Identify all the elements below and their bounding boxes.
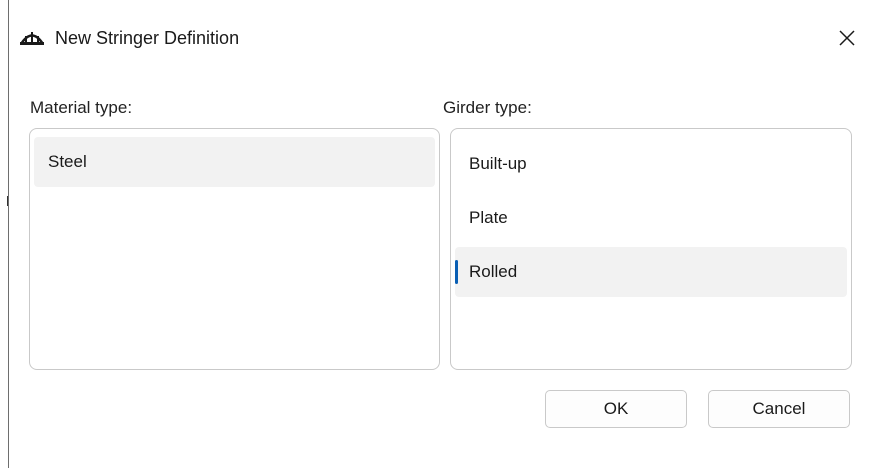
- list-item-steel[interactable]: Steel: [34, 137, 435, 187]
- dialog-title: New Stringer Definition: [55, 28, 240, 48]
- list-item-label: Steel: [48, 152, 87, 171]
- material-type-label: Material type:: [30, 98, 133, 117]
- close-icon: [839, 30, 855, 46]
- list-item-plate[interactable]: Plate: [455, 193, 847, 243]
- new-stringer-definition-dialog: New Stringer Definition Material type: S…: [8, 0, 869, 468]
- cancel-button[interactable]: Cancel: [708, 390, 850, 428]
- list-item-label: Plate: [469, 208, 508, 227]
- bridge-app-icon: [19, 27, 45, 49]
- list-item-label: Rolled: [469, 262, 518, 281]
- title-bar: New Stringer Definition: [9, 0, 869, 76]
- selection-indicator: [455, 260, 458, 284]
- list-item-label: Built-up: [469, 154, 527, 173]
- list-item-built-up[interactable]: Built-up: [455, 139, 847, 189]
- ok-button[interactable]: OK: [545, 390, 687, 428]
- close-button[interactable]: [831, 22, 863, 54]
- background-window-edge: [0, 196, 8, 206]
- girder-type-list[interactable]: Built-up Plate Rolled: [450, 128, 852, 370]
- list-item-rolled[interactable]: Rolled: [455, 247, 847, 297]
- material-type-list[interactable]: Steel: [29, 128, 440, 370]
- girder-type-label: Girder type:: [443, 98, 532, 117]
